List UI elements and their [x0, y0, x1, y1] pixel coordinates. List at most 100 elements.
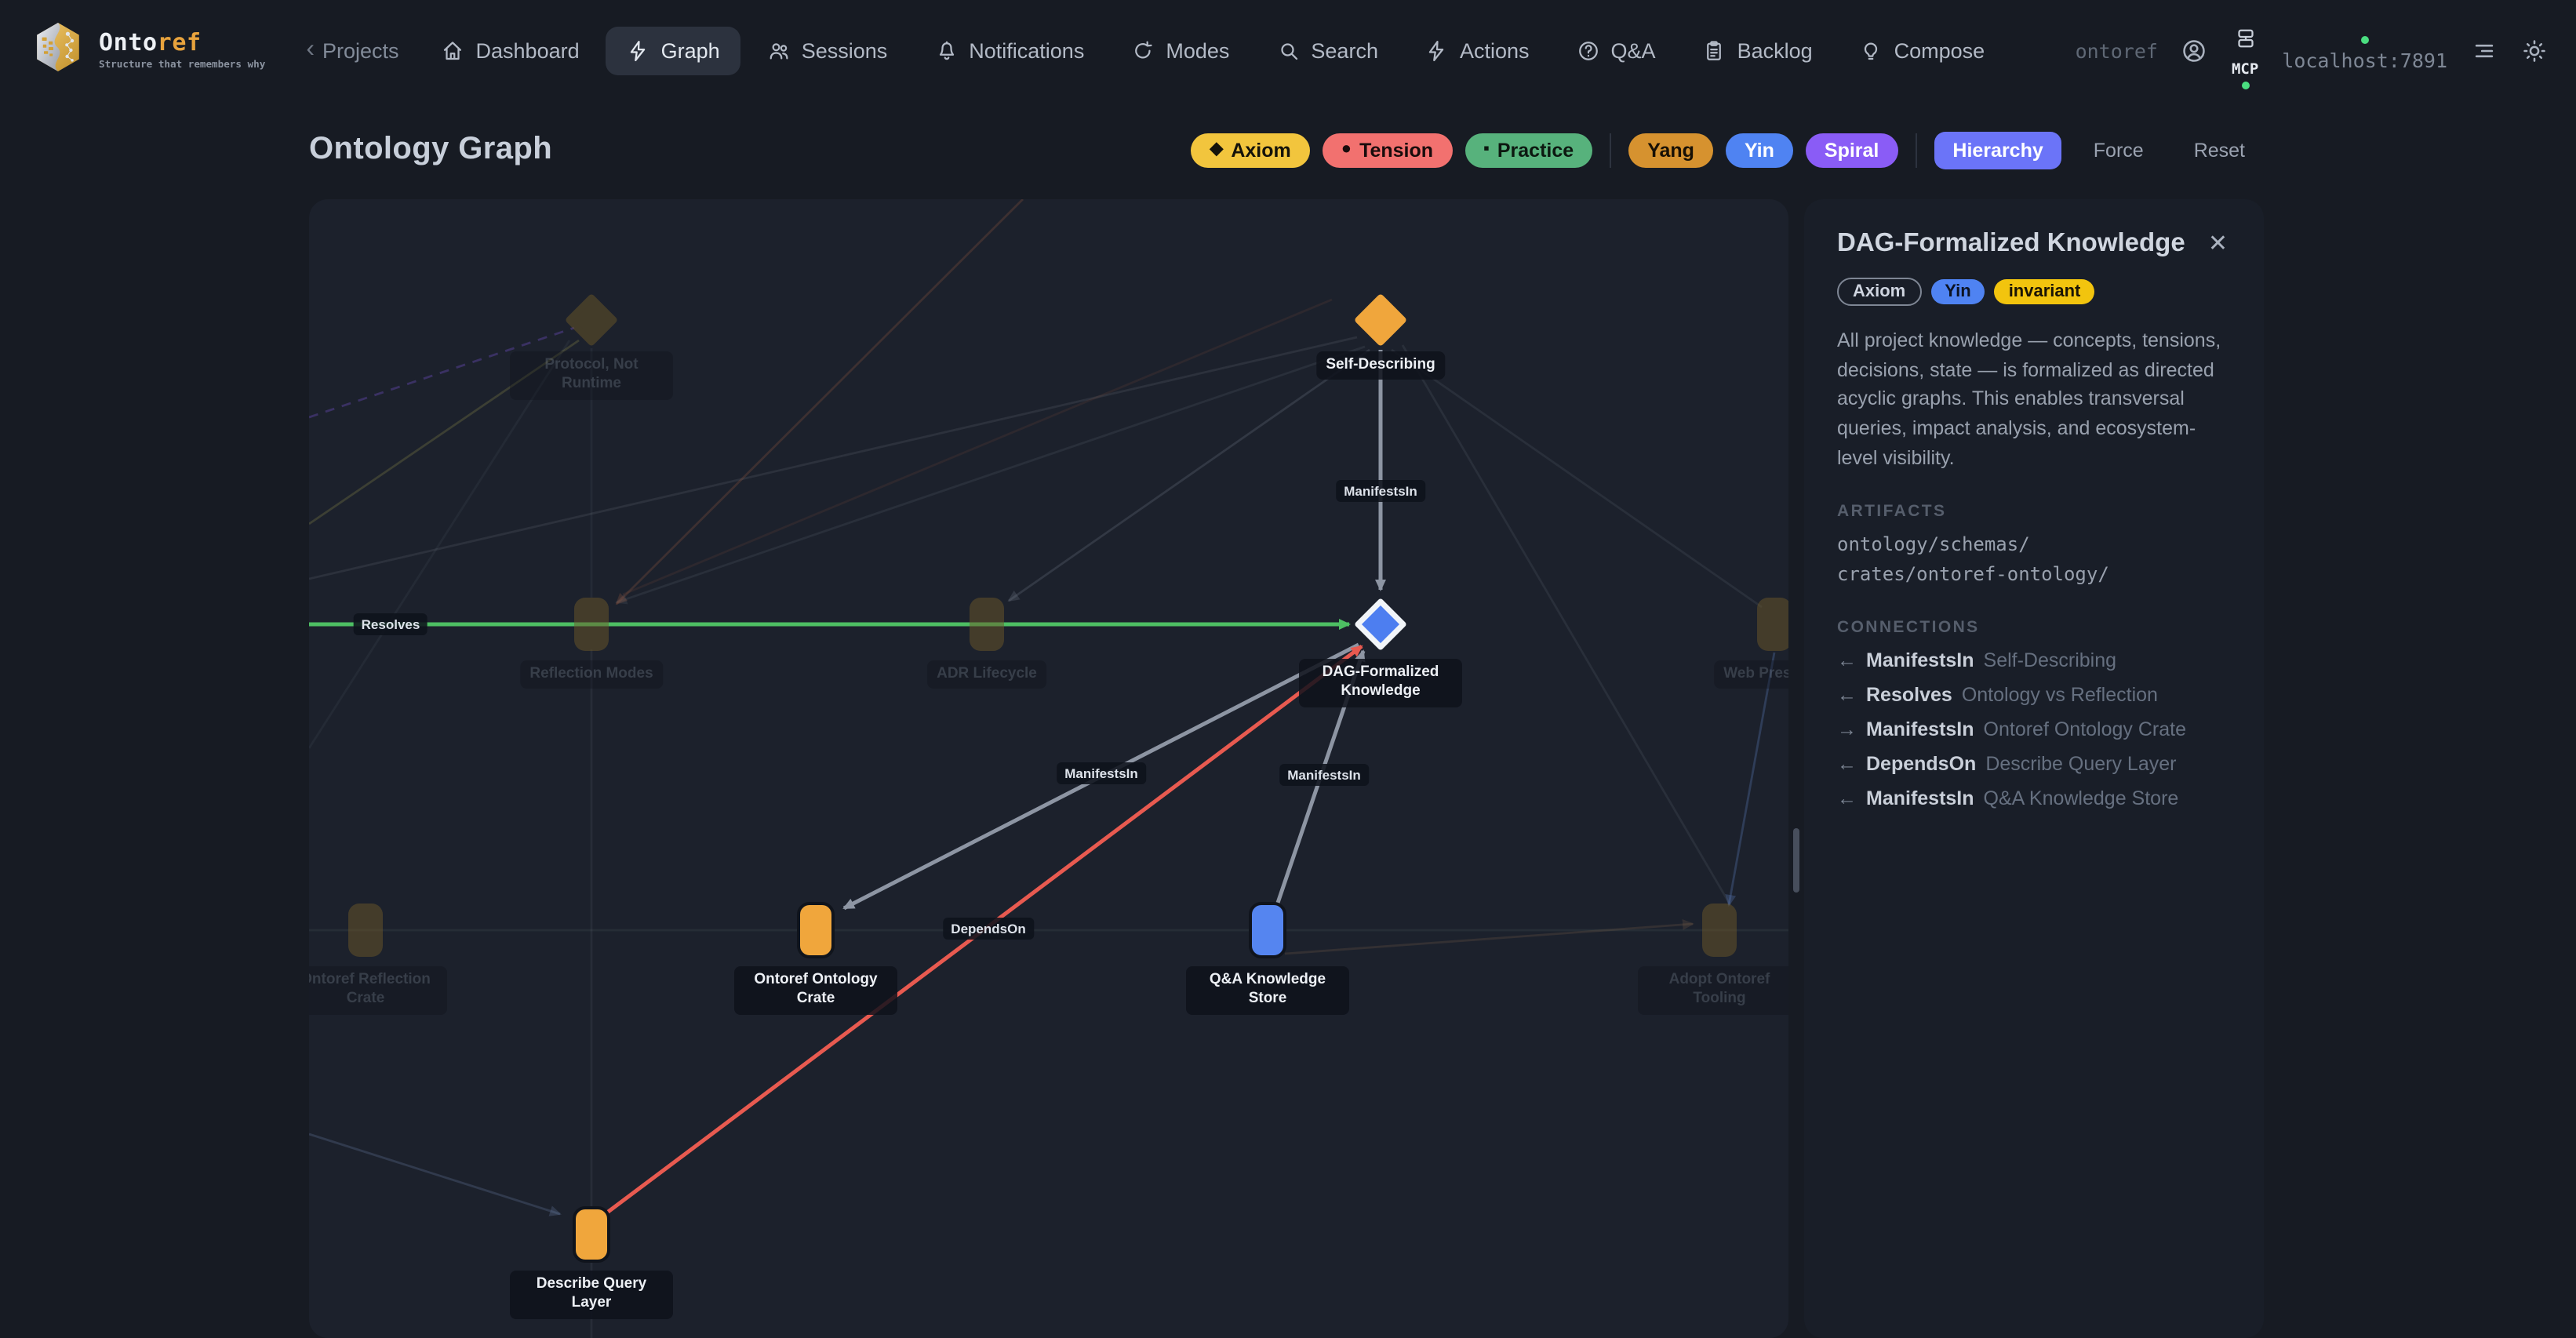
nav-item-label: Notifications: [969, 38, 1084, 62]
connections-heading: CONNECTIONS: [1837, 618, 2231, 637]
account-icon[interactable]: [2181, 37, 2208, 64]
graph-edge: [1277, 651, 1363, 905]
filter-pill-spiral[interactable]: Spiral: [1806, 133, 1898, 167]
connection-row-dependson-3[interactable]: ←DependsOnDescribe Query Layer: [1837, 753, 2231, 775]
graph-node-qa-knowledge-store[interactable]: [1250, 904, 1285, 957]
graph-node-describe-query-layer[interactable]: [574, 1208, 609, 1261]
mcp-status[interactable]: MCP: [2232, 27, 2258, 89]
connection-direction-arrow-icon: →: [1837, 718, 1857, 740]
top-navbar: Ontoref Structure that remembers why ‹ P…: [0, 0, 2576, 100]
badge-yin: Yin: [1930, 279, 1985, 304]
nav-item-graph[interactable]: Graph: [606, 26, 740, 75]
connection-direction-arrow-icon: ←: [1837, 684, 1857, 706]
graph-node-protocol-not-runtime[interactable]: [569, 298, 613, 342]
nav-item-label: Search: [1311, 38, 1378, 62]
connection-direction-arrow-icon: ←: [1837, 649, 1857, 671]
graph-edge-faint: [309, 340, 569, 748]
nav-item-sessions[interactable]: Sessions: [747, 26, 908, 75]
filter-pill-yin[interactable]: Yin: [1726, 133, 1793, 167]
connection-direction-arrow-icon: ←: [1837, 787, 1857, 809]
users-icon: [767, 38, 791, 62]
bell-icon: [934, 38, 958, 62]
nav-item-label: Graph: [661, 38, 720, 62]
graph-edge-faint: [1729, 653, 1774, 905]
nav-item-search[interactable]: Search: [1256, 26, 1399, 75]
filter-pill-yang[interactable]: Yang: [1628, 133, 1713, 167]
nav-item-label: Compose: [1894, 38, 1985, 62]
project-name: ontoref: [2076, 38, 2158, 62]
artifacts-heading: ARTIFACTS: [1837, 501, 2231, 520]
artifact-path: crates/ontoref-ontology/: [1837, 559, 2231, 589]
practice-shape-icon: ▪: [1483, 141, 1490, 158]
graph-edge-faint: [1009, 350, 1370, 601]
graph-node-adopt-ontoref-tooling[interactable]: [1702, 904, 1737, 957]
connection-direction-arrow-icon: ←: [1837, 753, 1857, 775]
nav-items: Dashboard Graph Sessions Notifications Modes…: [421, 26, 2006, 75]
graph-node-ontoref-ontology-crate[interactable]: [799, 904, 833, 957]
filter-divider: [1915, 133, 1916, 167]
page-header: Ontology Graph ◆Axiom ●Tension ▪Practice Ya…: [0, 100, 2576, 199]
connection-row-manifestsin-2[interactable]: →ManifestsInOntoref Ontology Crate: [1837, 718, 2231, 740]
nav-item-dashboard[interactable]: Dashboard: [421, 26, 600, 75]
badge-invariant: invariant: [1995, 279, 2095, 304]
nav-item-notifications[interactable]: Notifications: [914, 26, 1104, 75]
graph-edge-faint: [617, 199, 1023, 604]
graph-node-self-describing[interactable]: [1359, 298, 1403, 342]
graph-filters: ◆Axiom ●Tension ▪Practice Yang Yin Spiral Hier…: [1191, 131, 2264, 169]
clipboard-icon: [1703, 38, 1726, 62]
layout-button-reset[interactable]: Reset: [2175, 131, 2264, 169]
node-description: All project knowledge — concepts, tensio…: [1837, 326, 2231, 474]
theme-toggle-sun-icon[interactable]: [2521, 37, 2548, 64]
nav-back-projects[interactable]: ‹ Projects: [306, 38, 398, 63]
brand[interactable]: Ontoref Structure that remembers why: [31, 20, 265, 81]
server-address: localhost:7891: [2282, 48, 2447, 71]
brand-tagline: Structure that remembers why: [99, 60, 265, 71]
help-icon: [1577, 38, 1600, 62]
layout-button-force[interactable]: Force: [2075, 131, 2163, 169]
connection-row-manifestsin-4[interactable]: ←ManifestsInQ&A Knowledge Store: [1837, 787, 2231, 809]
graph-node-reflection-modes[interactable]: [574, 598, 609, 651]
filter-pill-practice[interactable]: ▪Practice: [1464, 133, 1592, 167]
nav-item-backlog[interactable]: Backlog: [1683, 26, 1833, 75]
graph-node-web-presence[interactable]: [1757, 598, 1788, 651]
connection-list: ←ManifestsInSelf-Describing ←ResolvesOnto…: [1837, 649, 2231, 809]
graph-canvas[interactable]: Protocol, Not RuntimeSelf-DescribingRefl…: [309, 199, 1788, 1338]
nav-item-compose[interactable]: Compose: [1839, 26, 2006, 75]
nav-item-modes[interactable]: Modes: [1111, 26, 1250, 75]
filter-divider: [1610, 133, 1611, 167]
connection-row-manifestsin-0[interactable]: ←ManifestsInSelf-Describing: [1837, 649, 2231, 671]
nav-item-label: Sessions: [802, 38, 888, 62]
vertical-scrollbar[interactable]: [1793, 828, 1799, 893]
nav-item-q-a[interactable]: Q&A: [1556, 26, 1676, 75]
artifact-list: ontology/schemas/crates/ontoref-ontology…: [1837, 529, 2231, 590]
filter-pill-axiom[interactable]: ◆Axiom: [1191, 133, 1309, 167]
chevron-left-icon: ‹: [306, 38, 315, 63]
nav-item-actions[interactable]: Actions: [1405, 26, 1550, 75]
connection-row-resolves-1[interactable]: ←ResolvesOntology vs Reflection: [1837, 684, 2231, 706]
graph-edge-faint: [1285, 924, 1693, 954]
graph-svg: [309, 199, 1788, 1338]
graph-node-adr-lifecycle[interactable]: [970, 598, 1004, 651]
layout-button-hierarchy[interactable]: Hierarchy: [1934, 131, 2061, 169]
graph-node-dag-formalized-knowledge[interactable]: [1358, 602, 1403, 647]
graph-edge-faint: [309, 328, 574, 417]
app-root: Ontoref Structure that remembers why ‹ P…: [0, 0, 2576, 1338]
graph-edge-faint: [1392, 350, 1762, 607]
mcp-status-dot: [2241, 82, 2249, 89]
nav-item-label: Modes: [1166, 38, 1229, 62]
home-icon: [442, 38, 465, 62]
panel-badges: AxiomYininvariant: [1837, 278, 2231, 306]
page-title: Ontology Graph: [309, 132, 552, 168]
menu-icon[interactable]: [2471, 37, 2498, 64]
graph-edge-faint: [1403, 345, 1730, 905]
close-icon[interactable]: ✕: [2205, 229, 2231, 259]
nav-item-label: Backlog: [1737, 38, 1813, 62]
refresh-icon: [1131, 38, 1155, 62]
filter-pill-tension[interactable]: ●Tension: [1323, 133, 1452, 167]
nav-item-label: Actions: [1460, 38, 1530, 62]
artifact-path: ontology/schemas/: [1837, 529, 2231, 559]
graph-node-ontoref-reflection-crate[interactable]: [348, 904, 383, 957]
nav-back-label: Projects: [322, 38, 399, 62]
brand-name: Ontoref: [99, 31, 265, 56]
zap-icon: [627, 38, 650, 62]
